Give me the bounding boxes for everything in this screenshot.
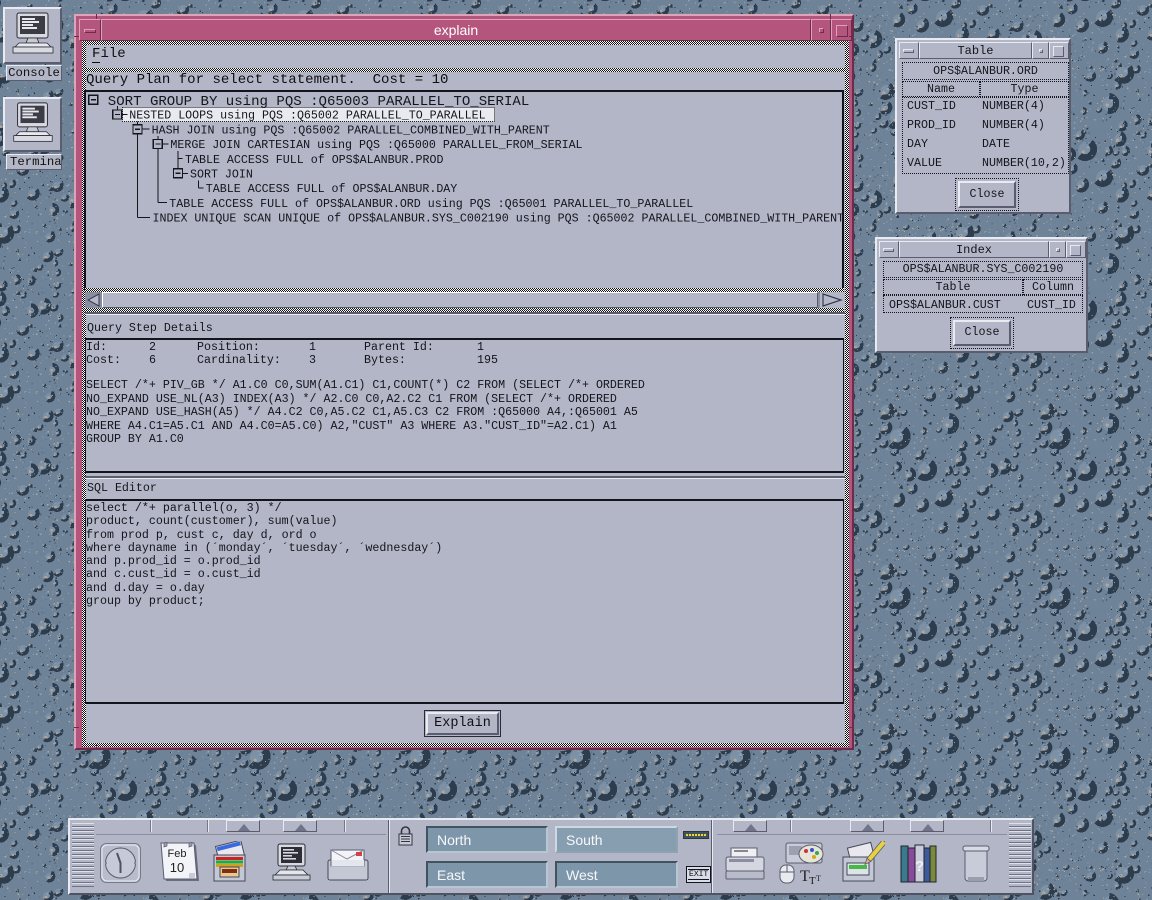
- svg-text:T: T: [809, 875, 816, 885]
- svg-text:TABLE ACCESS FULL of OPS$ALANB: TABLE ACCESS FULL of OPS$ALANBUR.DAY: [206, 183, 457, 196]
- svg-text:HASH JOIN using PQS :Q65002 PA: HASH JOIN using PQS :Q65002 PARALLEL_COM…: [152, 124, 550, 137]
- svg-text:TABLE ACCESS FULL of OPS$ALANB: TABLE ACCESS FULL of OPS$ALANBUR.PROD: [185, 154, 443, 167]
- svg-text:INDEX UNIQUE SCAN UNIQUE of OP: INDEX UNIQUE SCAN UNIQUE of OPS$ALANBUR.…: [153, 213, 843, 226]
- svg-text:Feb: Feb: [168, 848, 187, 860]
- svg-text:SORT GROUP BY using PQS :Q6500: SORT GROUP BY using PQS :Q65003 PARALLEL…: [108, 94, 529, 110]
- svg-text:NESTED LOOPS using PQS :Q65002: NESTED LOOPS using PQS :Q65002 PARALLEL_…: [129, 110, 485, 123]
- svg-text:10: 10: [170, 860, 184, 875]
- svg-text:?: ?: [915, 858, 924, 875]
- svg-text:TABLE ACCESS FULL of OPS$ALANB: TABLE ACCESS FULL of OPS$ALANBUR.ORD usi…: [169, 198, 693, 211]
- svg-text:MERGE JOIN CARTESIAN using PQS: MERGE JOIN CARTESIAN using PQS :Q65000 P…: [170, 139, 582, 152]
- svg-text:T: T: [816, 874, 821, 883]
- svg-text:SORT JOIN: SORT JOIN: [190, 169, 253, 182]
